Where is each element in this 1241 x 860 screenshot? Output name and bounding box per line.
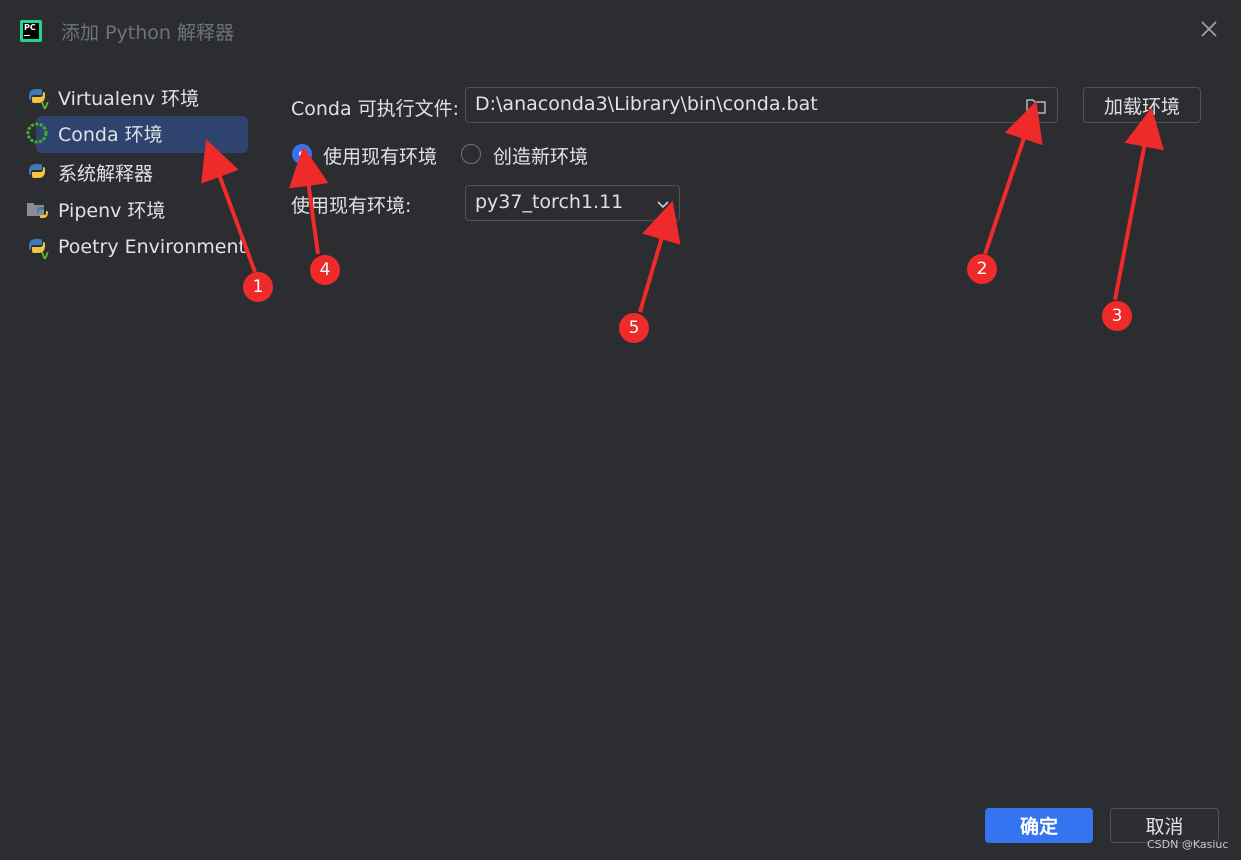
pycharm-logo-icon: PC	[20, 20, 42, 42]
python-virtualenv-icon: V	[29, 89, 49, 110]
conda-exec-label: Conda 可执行文件:	[291, 98, 460, 120]
annotation-badge-1: 1	[243, 272, 273, 302]
dialog-title: 添加 Python 解释器	[61, 22, 234, 44]
load-env-button[interactable]: 加载环境	[1083, 87, 1201, 123]
sidebar-item-virtualenv[interactable]: V Virtualenv 环境	[24, 80, 199, 114]
conda-icon	[26, 122, 48, 144]
sidebar-item-label: Virtualenv 环境	[58, 87, 200, 110]
pipenv-icon	[27, 203, 48, 218]
sidebar-item-label: Pipenv 环境	[58, 199, 166, 222]
radio-existing-env-label[interactable]: 使用现有环境	[323, 142, 437, 169]
existing-env-select[interactable]: py37_torch1.11	[465, 185, 680, 221]
annotation-badge-3: 3	[1102, 301, 1132, 331]
conda-exec-field[interactable]: D:\anaconda3\Library\bin\conda.bat	[465, 87, 1058, 123]
sidebar-item-label: Poetry Environment	[58, 236, 246, 258]
close-icon[interactable]	[1198, 18, 1220, 40]
sidebar-item-poetry[interactable]: V Poetry Environment	[24, 230, 246, 264]
radio-new-env-label[interactable]: 创造新环境	[493, 142, 588, 169]
annotation-arrow-3	[1113, 107, 1164, 301]
folder-icon[interactable]	[1025, 96, 1047, 116]
annotation-arrow-5	[638, 200, 681, 313]
annotation-badge-5: 5	[619, 313, 649, 343]
svg-text:V: V	[41, 101, 49, 110]
sidebar-item-conda[interactable]: Conda 环境	[24, 116, 248, 153]
python-icon	[29, 164, 45, 178]
sidebar-item-pipenv[interactable]: Pipenv 环境	[24, 192, 165, 226]
svg-text:V: V	[41, 251, 49, 260]
poetry-icon: V	[29, 239, 49, 260]
watermark: CSDN @Kasiuc	[1147, 838, 1229, 851]
annotation-badge-2: 2	[967, 254, 997, 284]
ok-button[interactable]: 确定	[985, 808, 1093, 843]
existing-env-label: 使用现有环境:	[291, 195, 412, 217]
annotation-badge-4: 4	[310, 255, 340, 285]
sidebar-item-label: 系统解释器	[58, 162, 154, 185]
existing-env-value: py37_torch1.11	[475, 191, 624, 213]
sidebar-item-label: Conda 环境	[58, 123, 163, 146]
title-bar: PC 添加 Python 解释器	[0, 0, 1241, 62]
radio-existing-env[interactable]	[292, 144, 312, 164]
radio-new-env[interactable]	[461, 144, 481, 164]
chevron-down-icon	[657, 201, 669, 209]
annotation-arrow-2	[983, 101, 1043, 255]
sidebar-item-system-interpreter[interactable]: 系统解释器	[24, 155, 153, 189]
conda-exec-value[interactable]: D:\anaconda3\Library\bin\conda.bat	[475, 93, 818, 115]
